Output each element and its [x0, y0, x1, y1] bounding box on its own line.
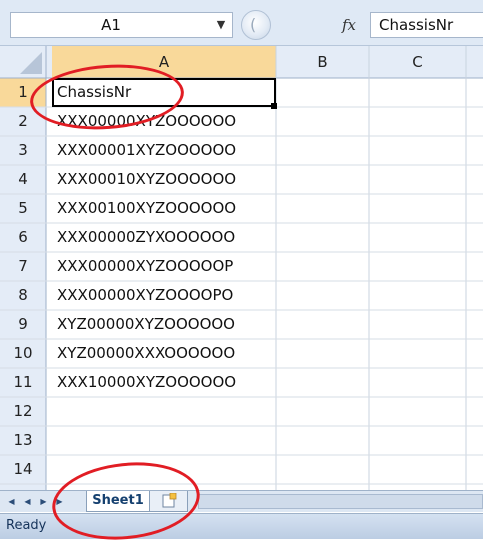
- insert-sheet-tab[interactable]: [150, 491, 188, 512]
- formula-bar-splitter[interactable]: (: [241, 10, 271, 40]
- cell-a10[interactable]: XYZ00000XXXOOOOOO: [52, 339, 272, 368]
- row-header-3[interactable]: 3: [0, 136, 46, 165]
- tab-sheet1[interactable]: Sheet1: [86, 491, 150, 512]
- prev-sheet-icon[interactable]: ◀: [22, 493, 33, 510]
- cell-a2[interactable]: XXX00000XYZOOOOOO: [52, 107, 272, 136]
- insert-sheet-icon: [162, 493, 177, 508]
- cell-a12[interactable]: [52, 397, 272, 426]
- formula-bar: A1 ▼ ( fx ChassisNr: [0, 0, 483, 46]
- row-header-8[interactable]: 8: [0, 281, 46, 310]
- row-header-9[interactable]: 9: [0, 310, 46, 339]
- row-header-5[interactable]: 5: [0, 194, 46, 223]
- column-header-a[interactable]: A: [52, 46, 276, 78]
- row-header-13[interactable]: 13: [0, 426, 46, 455]
- cell-a13[interactable]: [52, 426, 272, 455]
- first-sheet-icon[interactable]: ◀: [6, 493, 17, 510]
- last-sheet-icon[interactable]: ▶: [54, 493, 65, 510]
- column-header-b[interactable]: B: [276, 46, 369, 78]
- worksheet-grid[interactable]: A B C 1 2 3 4 5 6 7 8 9 10 11 12 13 14 C…: [0, 46, 483, 490]
- cell-a3[interactable]: XXX00001XYZOOOOOO: [52, 136, 272, 165]
- name-box-value[interactable]: A1: [11, 13, 211, 37]
- row-header-12[interactable]: 12: [0, 397, 46, 426]
- row-header-4[interactable]: 4: [0, 165, 46, 194]
- cell-a14[interactable]: [52, 455, 272, 484]
- formula-input[interactable]: ChassisNr: [370, 12, 483, 38]
- row-header-14[interactable]: 14: [0, 455, 46, 484]
- cell-a8[interactable]: XXX00000XYZOOOOPO: [52, 281, 272, 310]
- status-bar: Ready: [0, 513, 483, 539]
- row-header-7[interactable]: 7: [0, 252, 46, 281]
- row-header-6[interactable]: 6: [0, 223, 46, 252]
- status-text: Ready: [6, 518, 47, 533]
- cell-a5[interactable]: XXX00100XYZOOOOOO: [52, 194, 272, 223]
- row-header-1[interactable]: 1: [0, 78, 46, 107]
- row-header-11[interactable]: 11: [0, 368, 46, 397]
- sheet-tab-bar: ◀ ◀ ▶ ▶ Sheet1: [0, 490, 483, 512]
- insert-function-button[interactable]: fx: [336, 13, 362, 37]
- cell-a11[interactable]: XXX10000XYZOOOOOO: [52, 368, 272, 397]
- row-header-2[interactable]: 2: [0, 107, 46, 136]
- cell-a1[interactable]: ChassisNr: [52, 78, 272, 107]
- next-sheet-icon[interactable]: ▶: [38, 493, 49, 510]
- cell-a7[interactable]: XXX00000XYZOOOOOP: [52, 252, 272, 281]
- cell-a6[interactable]: XXX00000ZYXOOOOOO: [52, 223, 272, 252]
- cell-a9[interactable]: XYZ00000XYZOOOOOO: [52, 310, 272, 339]
- row-header-10[interactable]: 10: [0, 339, 46, 368]
- cell-a4[interactable]: XXX00010XYZOOOOOO: [52, 165, 272, 194]
- chevron-down-icon[interactable]: ▼: [211, 13, 231, 37]
- column-header-c[interactable]: C: [369, 46, 466, 78]
- formula-value[interactable]: ChassisNr: [379, 13, 453, 37]
- horizontal-scrollbar[interactable]: [198, 494, 483, 509]
- resize-handle-icon: (: [250, 15, 257, 34]
- name-box[interactable]: A1 ▼: [10, 12, 233, 38]
